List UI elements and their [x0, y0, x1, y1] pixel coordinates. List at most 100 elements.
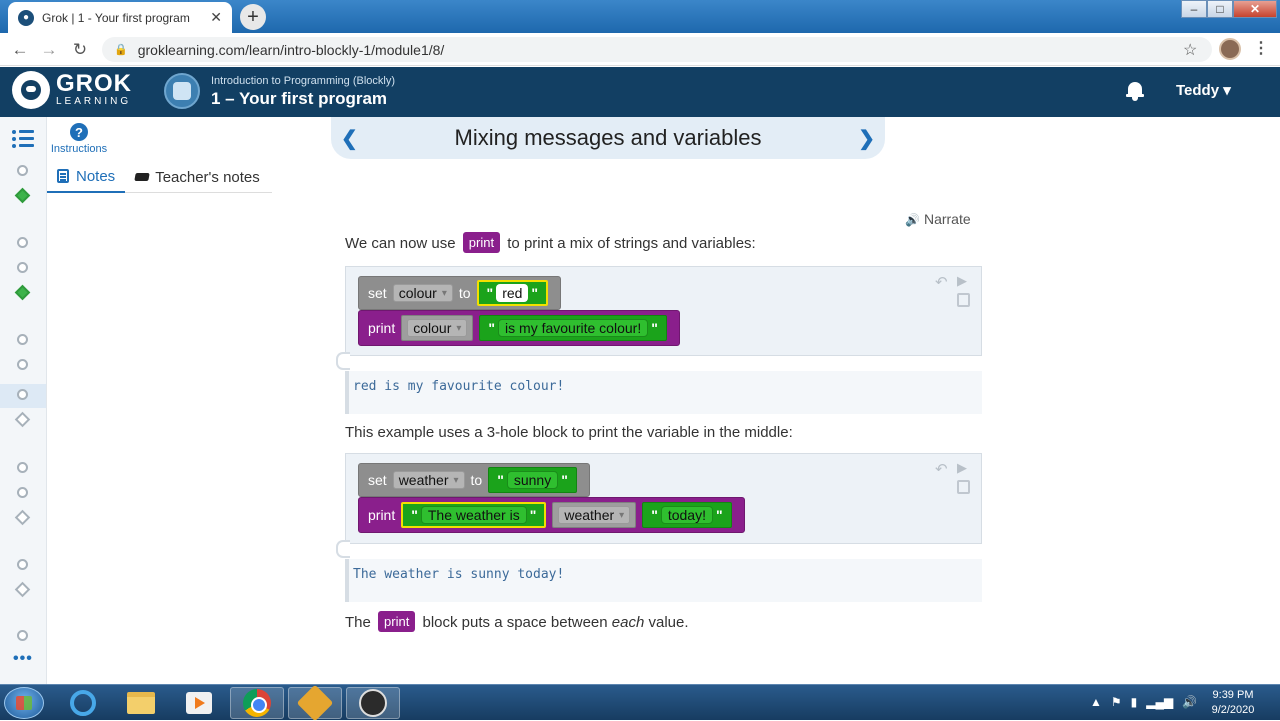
- output-connector: [336, 540, 350, 558]
- problem-node[interactable]: [14, 509, 31, 526]
- flag-icon[interactable]: ⚑: [1111, 695, 1122, 709]
- network-icon[interactable]: ▮: [1131, 695, 1138, 709]
- start-button[interactable]: [4, 687, 44, 719]
- tab-close-icon[interactable]: ✕: [210, 9, 222, 26]
- obs-taskbar-icon[interactable]: [346, 687, 400, 719]
- url-field[interactable]: 🔒 groklearning.com/learn/intro-blockly-1…: [102, 37, 1212, 62]
- step-node[interactable]: [17, 359, 28, 370]
- problem-node-done[interactable]: [14, 187, 31, 204]
- set-variable-block[interactable]: set colour to "red": [358, 276, 562, 310]
- tab-notes[interactable]: Notes: [47, 161, 126, 193]
- step-node[interactable]: [17, 334, 28, 345]
- maximize-button[interactable]: □: [1207, 0, 1233, 18]
- volume-icon[interactable]: 🔊: [1182, 695, 1197, 709]
- step-node-current[interactable]: [17, 389, 28, 400]
- paragraph-1: We can now use print to print a mix of s…: [345, 232, 756, 253]
- text-field[interactable]: sunny: [506, 471, 559, 489]
- browser-tab[interactable]: ● Grok | 1 - Your first program ✕: [8, 2, 232, 33]
- tool-taskbar-icon[interactable]: [288, 684, 342, 721]
- lock-icon: 🔒: [114, 44, 128, 56]
- course-title[interactable]: 1 – Your first program: [211, 89, 387, 109]
- print-label: print: [368, 320, 396, 336]
- problem-node-done[interactable]: [14, 284, 31, 301]
- step-node[interactable]: [17, 487, 28, 498]
- new-tab-button[interactable]: +: [240, 4, 266, 30]
- show-hidden-icons-icon[interactable]: ▲: [1090, 695, 1102, 709]
- lesson-title: Mixing messages and variables: [454, 125, 762, 150]
- more-steps-icon[interactable]: •••: [13, 650, 33, 668]
- grok-logo[interactable]: GROK LEARNING: [12, 71, 132, 109]
- step-node[interactable]: [17, 165, 28, 176]
- step-node[interactable]: [17, 262, 28, 273]
- problem-node[interactable]: [14, 581, 31, 598]
- print-label: print: [368, 507, 396, 523]
- previous-slide-icon[interactable]: ❮: [341, 126, 358, 151]
- variable-block[interactable]: colour: [401, 315, 474, 341]
- run-icon[interactable]: ▶: [957, 273, 967, 289]
- to-label: to: [470, 472, 483, 488]
- media-player-taskbar-icon[interactable]: [172, 687, 226, 719]
- problem-node[interactable]: [14, 411, 31, 428]
- view-code-icon[interactable]: [957, 293, 970, 307]
- user-menu[interactable]: Teddy ▾: [1176, 81, 1231, 99]
- set-label: set: [368, 285, 387, 301]
- run-icon[interactable]: ▶: [957, 460, 967, 476]
- chrome-taskbar-icon[interactable]: [230, 687, 284, 719]
- close-window-button[interactable]: ✕: [1233, 0, 1277, 18]
- clock-time: 9:39 PM: [1212, 689, 1254, 701]
- reload-icon[interactable]: ↻: [69, 39, 91, 61]
- next-slide-icon[interactable]: ❯: [858, 126, 875, 151]
- text-field[interactable]: The weather is: [420, 506, 527, 524]
- file-explorer-taskbar-icon[interactable]: [114, 687, 168, 719]
- text-field[interactable]: red: [496, 284, 529, 302]
- blockly-workspace-1[interactable]: ↶ ▶ set colour to "red" print colour "is…: [345, 266, 982, 356]
- text-block[interactable]: " red ": [476, 280, 549, 306]
- variable-block[interactable]: weather: [552, 502, 637, 528]
- text-block[interactable]: " sunny ": [488, 467, 577, 493]
- variable-dropdown[interactable]: weather: [392, 471, 465, 489]
- lesson-title-bar: ❮ Mixing messages and variables ❯: [331, 117, 885, 159]
- tab-teachers-notes[interactable]: Teacher's notes: [125, 161, 270, 193]
- step-node[interactable]: [17, 559, 28, 570]
- text-block[interactable]: " The weather is ": [401, 502, 547, 528]
- variable-dropdown[interactable]: colour: [392, 284, 453, 302]
- variable-dropdown[interactable]: weather: [558, 506, 631, 524]
- system-clock[interactable]: 9:39 PM 9/2/2020: [1203, 688, 1263, 718]
- profile-avatar[interactable]: [1219, 38, 1241, 60]
- address-bar: ← → ↻ 🔒 groklearning.com/learn/intro-blo…: [0, 33, 1280, 66]
- instructions-button[interactable]: ? Instructions: [48, 123, 110, 155]
- step-node[interactable]: [17, 630, 28, 641]
- print-block[interactable]: print "The weather is" weather "today!": [358, 497, 745, 533]
- text-block[interactable]: " today! ": [642, 502, 732, 528]
- text-field[interactable]: today!: [660, 506, 713, 524]
- minimize-button[interactable]: –: [1181, 0, 1207, 18]
- step-node[interactable]: [17, 237, 28, 248]
- windows-taskbar: ▲ ⚑ ▮ ▂▄▆ 🔊 9:39 PM 9/2/2020: [0, 684, 1280, 721]
- tab-title: Grok | 1 - Your first program: [42, 10, 190, 25]
- variable-dropdown[interactable]: colour: [407, 319, 468, 337]
- forward-arrow-icon[interactable]: →: [38, 39, 60, 61]
- undo-icon[interactable]: ↶: [935, 273, 948, 291]
- notification-bell-icon[interactable]: [1126, 81, 1144, 101]
- browser-menu-icon[interactable]: ⋮: [1253, 38, 1269, 58]
- clock-date: 9/2/2020: [1211, 704, 1255, 716]
- text-field[interactable]: is my favourite colour!: [498, 319, 649, 337]
- undo-icon[interactable]: ↶: [935, 460, 948, 478]
- notes-tabs: Notes Teacher's notes: [47, 161, 272, 193]
- list-icon[interactable]: [12, 129, 34, 148]
- text-block[interactable]: " is my favourite colour! ": [479, 315, 667, 341]
- back-arrow-icon[interactable]: ←: [9, 39, 31, 61]
- signal-icon[interactable]: ▂▄▆: [1146, 695, 1173, 709]
- course-subtitle: Introduction to Programming (Blockly): [211, 75, 396, 87]
- step-node[interactable]: [17, 462, 28, 473]
- internet-explorer-taskbar-icon[interactable]: [56, 687, 110, 719]
- bookmark-star-icon[interactable]: ☆: [1183, 40, 1197, 60]
- view-code-icon[interactable]: [957, 480, 970, 494]
- print-block[interactable]: print colour "is my favourite colour!": [358, 310, 680, 346]
- instructions-label: Instructions: [50, 143, 108, 155]
- narrate-button[interactable]: 🔊 Narrate: [905, 211, 971, 227]
- logo-title: GROK: [56, 70, 132, 97]
- blockly-workspace-2[interactable]: ↶ ▶ set weather to "sunny" print "The we…: [345, 453, 982, 544]
- set-variable-block[interactable]: set weather to "sunny": [358, 463, 590, 497]
- speaker-icon: 🔊: [905, 213, 920, 227]
